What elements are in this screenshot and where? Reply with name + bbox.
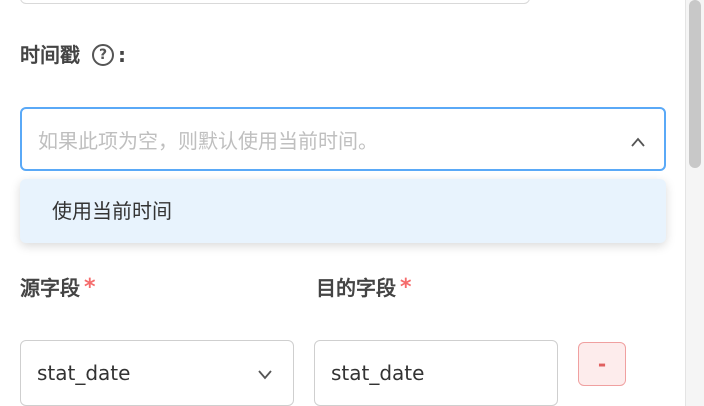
chevron-down-icon[interactable]	[257, 365, 273, 384]
target-field-label: 目的字段	[316, 276, 396, 300]
chevron-up-icon[interactable]	[630, 133, 646, 152]
source-field-label: 源字段	[20, 276, 80, 300]
scrollbar-thumb[interactable]	[689, 0, 701, 168]
timestamp-label-row: 时间戳 ? :	[20, 43, 126, 67]
timestamp-placeholder: 如果此项为空，则默认使用当前时间。	[38, 128, 378, 153]
timestamp-dropdown: 使用当前时间	[20, 179, 666, 243]
target-field-label-row: 目的字段 *	[316, 275, 412, 301]
source-field-label-row: 源字段 *	[20, 275, 96, 301]
timestamp-select[interactable]: 如果此项为空，则默认使用当前时间。	[20, 107, 666, 171]
target-field-value: stat_date	[331, 361, 425, 385]
label-colon: :	[118, 43, 126, 67]
target-field-input[interactable]: stat_date	[314, 340, 558, 406]
remove-mapping-button[interactable]: -	[578, 342, 626, 386]
source-field-value: stat_date	[37, 361, 131, 385]
scrollbar[interactable]	[685, 0, 704, 406]
help-icon[interactable]: ?	[92, 44, 114, 66]
previous-field-input[interactable]	[20, 0, 530, 4]
required-mark: *	[400, 275, 412, 300]
dropdown-option-use-current-time[interactable]: 使用当前时间	[52, 179, 172, 243]
timestamp-label: 时间戳	[20, 43, 80, 67]
required-mark: *	[84, 275, 96, 300]
source-field-select[interactable]: stat_date	[20, 340, 294, 406]
